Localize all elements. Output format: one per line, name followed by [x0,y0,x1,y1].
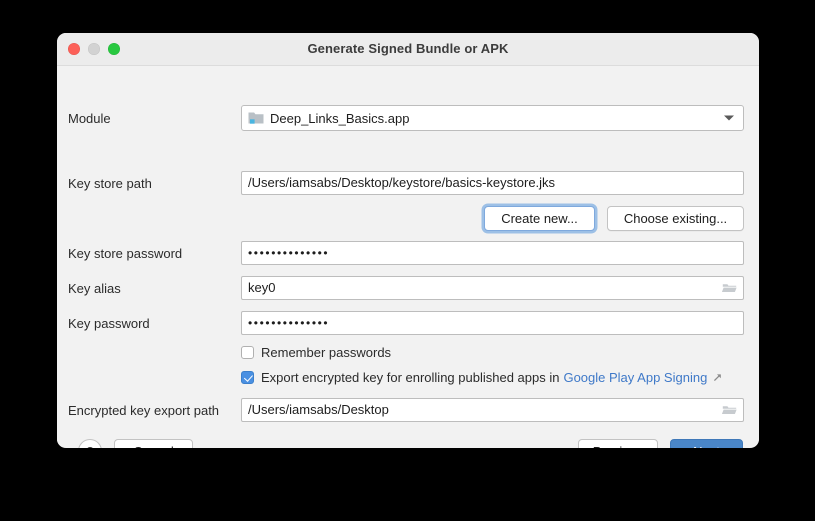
module-dropdown[interactable]: Deep_Links_Basics.app [241,105,744,131]
folder-icon[interactable] [722,282,737,294]
key-store-password-value: •••••••••••••• [248,242,329,264]
key-password-value: •••••••••••••• [248,312,329,334]
remember-passwords-checkbox[interactable] [241,346,254,359]
title-bar: Generate Signed Bundle or APK [57,33,759,66]
folder-icon[interactable] [722,404,737,416]
key-password-input[interactable]: •••••••••••••• [241,311,744,335]
key-alias-label: Key alias [68,281,121,296]
export-encrypted-key-checkbox-row[interactable]: Export encrypted key for enrolling publi… [241,370,722,385]
remember-passwords-checkbox-row[interactable]: Remember passwords [241,345,391,360]
cancel-button[interactable]: Cancel [114,439,193,448]
module-label: Module [68,111,111,126]
chevron-down-icon[interactable] [724,116,734,121]
key-store-path-label: Key store path [68,176,152,191]
key-store-password-label: Key store password [68,246,182,261]
module-value: Deep_Links_Basics.app [270,111,409,126]
dialog-body: Module Deep_Links_Basics.app Key store p… [57,66,759,447]
google-play-app-signing-link[interactable]: Google Play App Signing [563,370,707,385]
external-link-icon[interactable] [713,373,722,382]
window-title: Generate Signed Bundle or APK [57,41,759,56]
key-password-label: Key password [68,316,150,331]
remember-passwords-label: Remember passwords [261,345,391,360]
key-alias-input[interactable]: key0 [241,276,744,300]
key-store-path-input[interactable]: /Users/iamsabs/Desktop/keystore/basics-k… [241,171,744,195]
encrypted-key-export-path-value: /Users/iamsabs/Desktop [248,399,389,421]
key-store-password-input[interactable]: •••••••••••••• [241,241,744,265]
previous-button[interactable]: Previous [578,439,658,448]
generate-signed-bundle-dialog: Generate Signed Bundle or APK Module Dee… [57,33,759,448]
encrypted-key-export-path-label: Encrypted key export path [68,403,219,418]
key-alias-value: key0 [248,277,275,299]
module-icon [248,111,264,125]
choose-existing-button[interactable]: Choose existing... [607,206,744,231]
next-button[interactable]: Next [670,439,743,448]
encrypted-key-export-path-input[interactable]: /Users/iamsabs/Desktop [241,398,744,422]
create-new-button[interactable]: Create new... [484,206,595,231]
export-encrypted-key-checkbox[interactable] [241,371,254,384]
export-encrypted-key-label: Export encrypted key for enrolling publi… [261,370,559,385]
key-store-path-value: /Users/iamsabs/Desktop/keystore/basics-k… [248,172,555,194]
help-button[interactable]: ? [78,439,102,448]
